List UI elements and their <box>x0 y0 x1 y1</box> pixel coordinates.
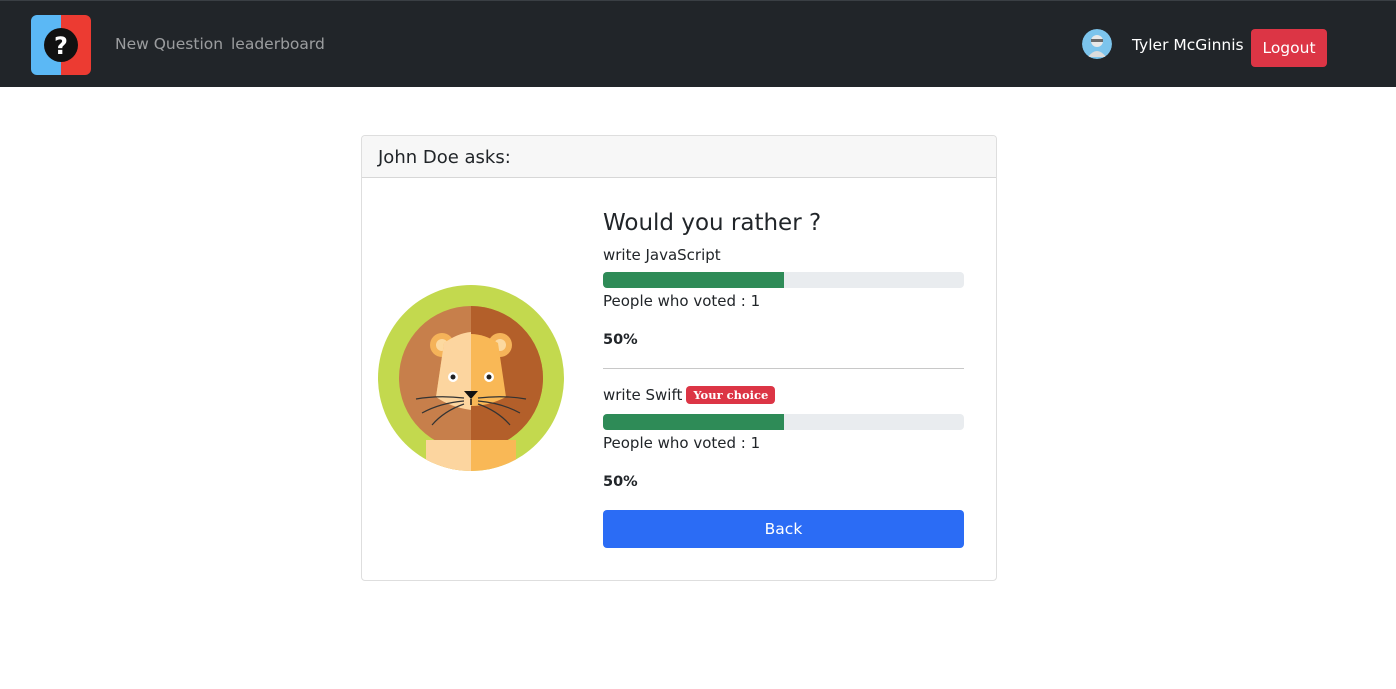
option-divider <box>603 368 964 369</box>
option-two-label: write Swift <box>603 386 683 404</box>
user-avatar-icon <box>1082 29 1112 59</box>
question-card: John Doe asks: Would you rather ? write … <box>361 135 997 581</box>
question-title: Would you rather ? <box>603 210 822 236</box>
option-two-voters: People who voted : 1 <box>603 434 761 452</box>
your-choice-badge: Your choice <box>686 386 776 404</box>
option-one-text: write JavaScript <box>603 246 721 264</box>
option-two-progress <box>603 414 964 430</box>
option-two-text: write Swift Your choice <box>603 386 776 404</box>
svg-text:?: ? <box>54 32 68 60</box>
logout-button[interactable]: Logout <box>1251 29 1327 67</box>
user-name: Tyler McGinnis <box>1132 36 1244 54</box>
back-button[interactable]: Back <box>603 510 964 548</box>
option-one-label: write JavaScript <box>603 246 721 264</box>
option-one-voters: People who voted : 1 <box>603 292 761 310</box>
card-header: John Doe asks: <box>362 136 996 178</box>
option-two-progress-bar <box>603 414 784 430</box>
nav-new-question-link[interactable]: New Question <box>115 35 223 53</box>
navbar: ? New Question leaderboard Tyler McGinni… <box>0 0 1396 87</box>
option-one-progress <box>603 272 964 288</box>
question-mark-logo-icon[interactable]: ? <box>31 15 91 75</box>
lion-avatar-icon <box>378 285 564 471</box>
option-one-progress-bar <box>603 272 784 288</box>
option-one-percent: 50% <box>603 332 638 348</box>
option-two-percent: 50% <box>603 474 638 490</box>
nav-leaderboard-link[interactable]: leaderboard <box>231 35 325 53</box>
